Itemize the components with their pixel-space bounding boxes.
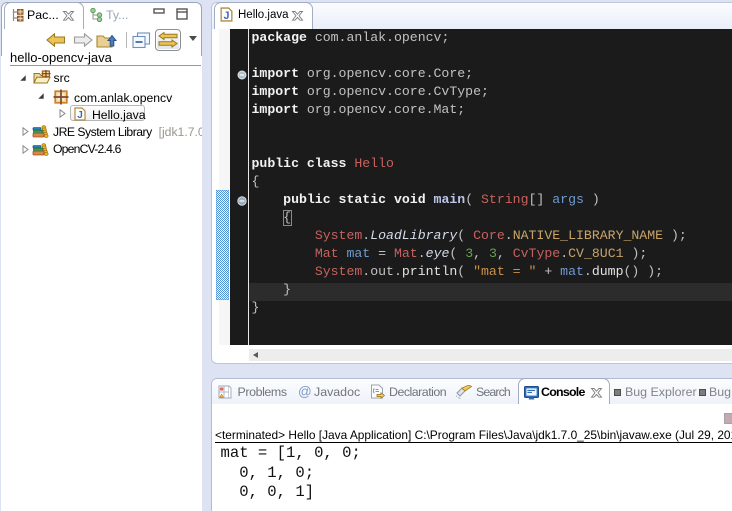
svg-text:J: J xyxy=(77,110,83,121)
svg-text:J: J xyxy=(224,10,230,22)
